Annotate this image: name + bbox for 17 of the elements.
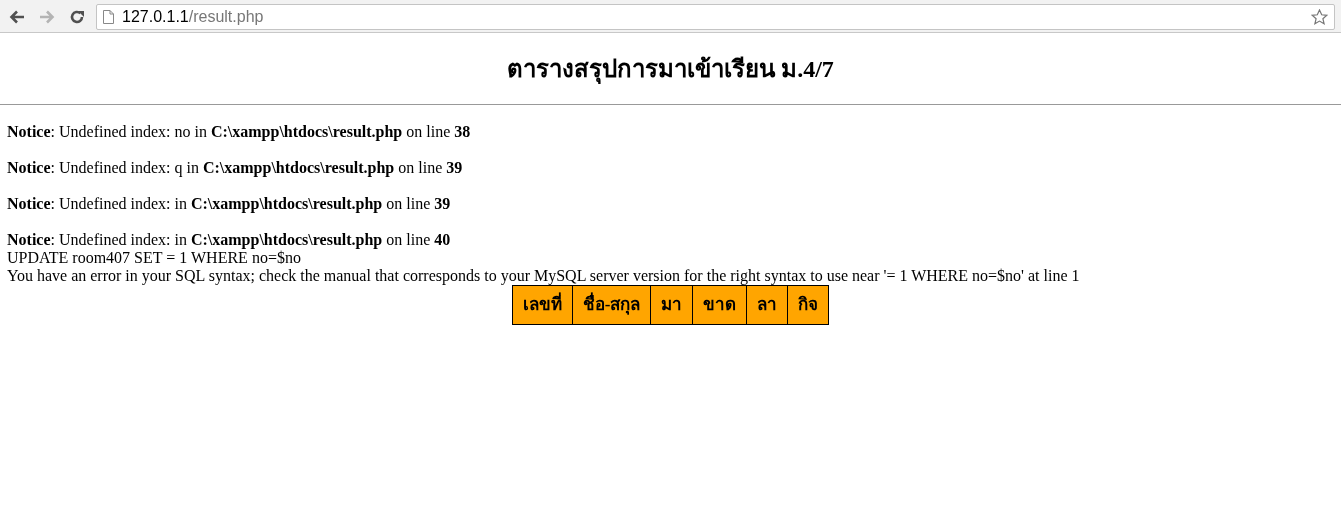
notice-message: Notice: Undefined index: in C:\xampp\htdocs\result.php on line 40 bbox=[7, 231, 452, 249]
column-header: เลขที่ bbox=[512, 285, 573, 325]
notice-message: Notice: Undefined index: no in C:\xampp\htdocs\result.php on line 38 bbox=[7, 123, 472, 141]
column-header: ขาด bbox=[692, 285, 747, 325]
column-header: กิจ bbox=[787, 285, 829, 325]
column-header: มา bbox=[650, 285, 693, 325]
address-bar[interactable]: 127.0.1.1/result.php bbox=[96, 4, 1335, 30]
column-header: ชื่อ-สกุล bbox=[572, 285, 651, 325]
sql-error-text: You have an error in your SQL syntax; check the manual that corresponds to your MySQL server version for the right syntax to use near '= 1 WHERE no=$no' at line 1 bbox=[7, 267, 1081, 285]
url-text: 127.0.1.1/result.php bbox=[122, 8, 265, 26]
page-icon bbox=[103, 10, 114, 24]
sql-query-text: UPDATE room407 SET = 1 WHERE no=$no bbox=[7, 249, 302, 267]
page-title: ตารางสรุปการมาเข้าเรียน ม.4/7 bbox=[506, 55, 835, 83]
notice-message: Notice: Undefined index: q in C:\xampp\htdocs\result.php on line 39 bbox=[7, 159, 464, 177]
notice-message: Notice: Undefined index: in C:\xampp\htdocs\result.php on line 39 bbox=[7, 195, 452, 213]
bookmark-star-icon[interactable] bbox=[1311, 8, 1328, 26]
column-header: ลา bbox=[746, 285, 788, 325]
